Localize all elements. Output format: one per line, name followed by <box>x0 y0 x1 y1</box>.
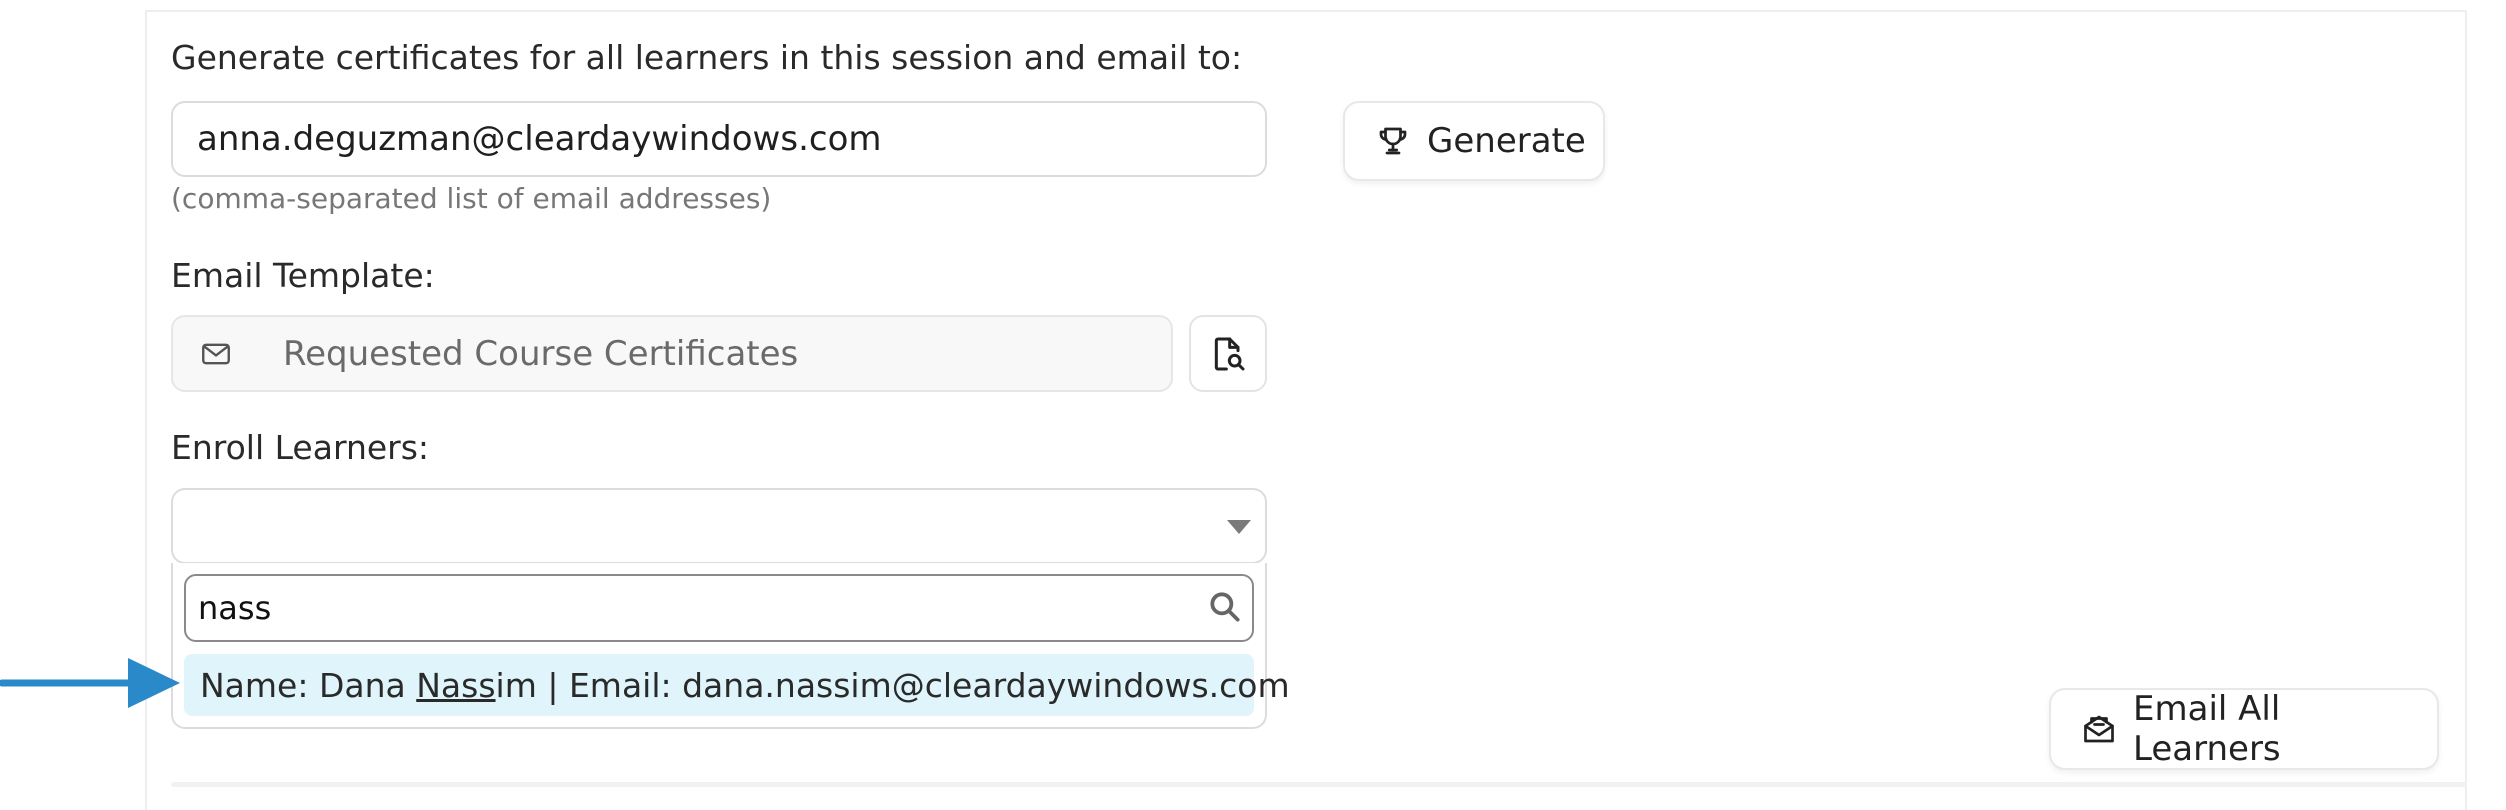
chevron-down-icon <box>1227 520 1251 534</box>
section-divider <box>171 782 2467 787</box>
email-hint: (comma-separated list of email addresses… <box>171 182 772 215</box>
generate-button[interactable]: Generate <box>1343 101 1605 181</box>
email-all-learners-button[interactable]: Email All Learners <box>2049 688 2439 770</box>
email-template-value: Requested Course Certificates <box>283 333 799 374</box>
certificates-heading: Generate certificates for all learners i… <box>171 38 1243 77</box>
magnifier-icon <box>1206 588 1244 626</box>
generate-button-label: Generate <box>1427 121 1586 161</box>
mail-open-icon <box>2081 711 2117 747</box>
learner-option-prefix: Name: Dana <box>200 665 417 705</box>
envelope-icon <box>199 337 233 371</box>
certificate-email-input[interactable] <box>171 101 1267 177</box>
preview-template-button[interactable] <box>1189 315 1267 392</box>
email-template-label: Email Template: <box>171 256 435 295</box>
trophy-icon <box>1375 123 1411 159</box>
email-all-learners-label: Email All Learners <box>2133 689 2281 769</box>
document-search-icon <box>1208 334 1248 374</box>
learner-option[interactable]: Name: Dana Nass im | Email: dana.nassim@c… <box>184 654 1290 716</box>
learner-option-match: Nass <box>416 665 496 705</box>
enroll-learners-select[interactable] <box>171 488 1267 564</box>
email-template-field: Requested Course Certificates <box>171 315 1173 392</box>
learner-search-input[interactable] <box>184 574 1254 642</box>
arrow-right-icon <box>0 654 182 712</box>
enroll-learners-label: Enroll Learners: <box>171 428 430 467</box>
learner-option-suffix: im | Email: dana.nassim@cleardaywindows.… <box>495 665 1290 705</box>
